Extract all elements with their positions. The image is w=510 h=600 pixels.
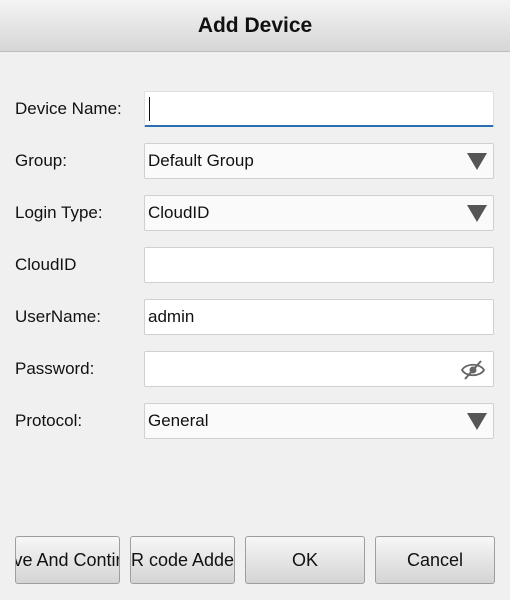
group-select[interactable]: Default Group [144, 143, 494, 179]
login-type-select[interactable]: CloudID [144, 195, 494, 231]
group-label: Group: [15, 151, 67, 170]
device-name-row: Device Name: [0, 91, 510, 127]
cancel-button[interactable]: Cancel [375, 536, 495, 584]
dialog-title-bar: Add Device [0, 0, 510, 52]
username-label: UserName: [15, 307, 101, 326]
device-name-input[interactable] [144, 91, 494, 127]
triangle-down-icon [467, 412, 487, 430]
eye-slash-icon[interactable] [461, 358, 485, 382]
qr-code-add-label: R code Adde [130, 549, 235, 570]
login-type-label: Login Type: [15, 203, 103, 222]
cancel-label: Cancel [406, 549, 464, 570]
save-and-continue-label: ve And Contir [15, 549, 120, 570]
protocol-value: General [148, 411, 209, 430]
login-type-value: CloudID [148, 203, 210, 222]
protocol-label: Protocol: [15, 411, 83, 430]
device-name-label: Device Name: [15, 99, 122, 118]
protocol-select[interactable]: General [144, 403, 494, 439]
save-and-continue-button[interactable]: ve And Contir [15, 536, 120, 584]
triangle-down-icon [467, 152, 487, 170]
cloud-id-input[interactable] [144, 247, 494, 283]
ok-button[interactable]: OK [245, 536, 365, 584]
username-input[interactable]: admin [144, 299, 494, 335]
group-row: Group: Default Group [0, 143, 510, 179]
password-label: Password: [15, 359, 95, 378]
username-value: admin [148, 307, 195, 326]
cloud-id-label: CloudID [15, 255, 77, 274]
qr-code-add-button[interactable]: R code Adde [130, 536, 235, 584]
group-value: Default Group [148, 151, 254, 170]
triangle-down-icon [467, 204, 487, 222]
password-input[interactable] [144, 351, 494, 387]
cloud-id-row: CloudID [0, 247, 510, 283]
text-caret [149, 96, 150, 121]
ok-label: OK [291, 549, 318, 570]
login-type-row: Login Type: CloudID [0, 195, 510, 231]
protocol-row: Protocol: General [0, 403, 510, 439]
password-row: Password: [0, 351, 510, 387]
username-row: UserName: admin [0, 299, 510, 335]
dialog-title: Add Device [197, 13, 313, 37]
